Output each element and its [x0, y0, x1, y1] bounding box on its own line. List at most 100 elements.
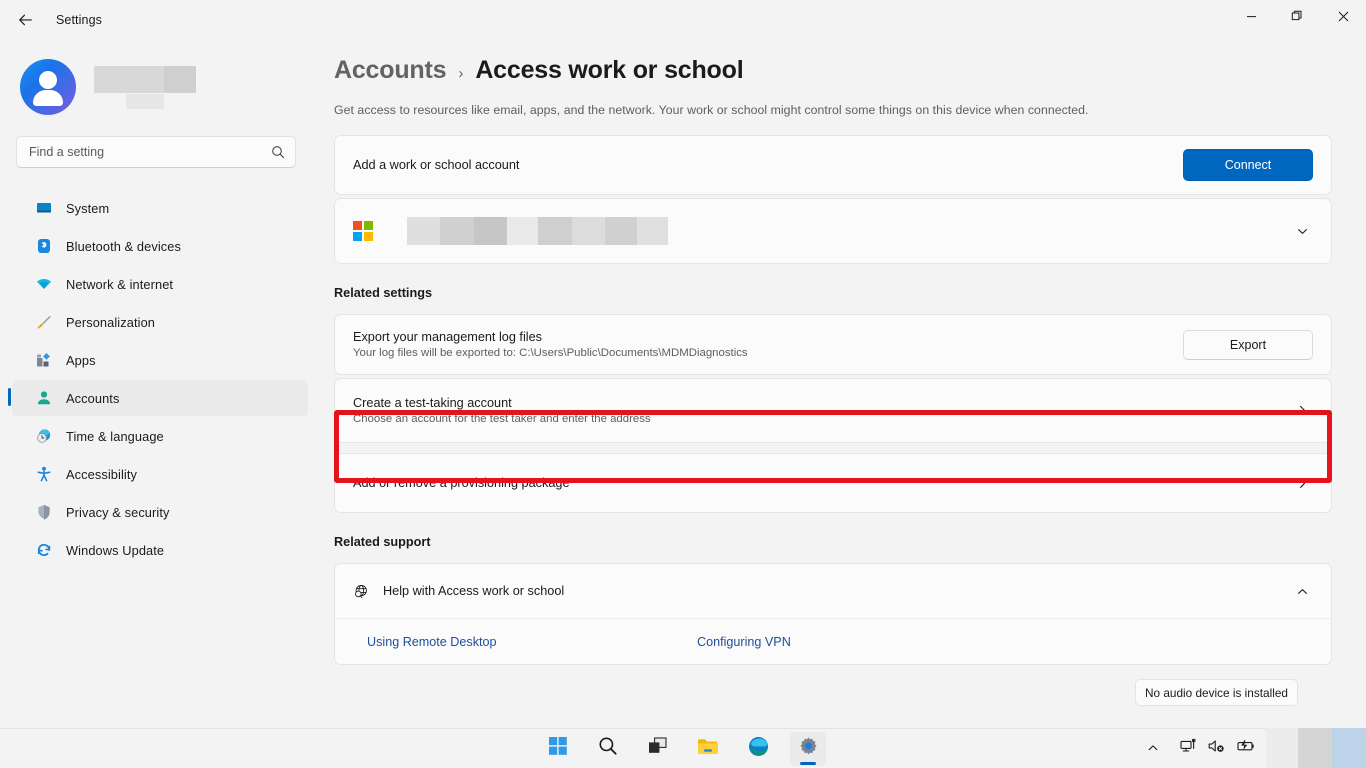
test-taking-account-text: Create a test-taking account Choose an a…: [353, 396, 1291, 425]
clock-redacted[interactable]: [1266, 728, 1366, 768]
export-logs-row: Export your management log files Your lo…: [335, 315, 1331, 374]
provisioning-package-row[interactable]: Add or remove a provisioning package: [335, 454, 1331, 512]
connected-account-row[interactable]: [335, 199, 1331, 263]
sidebar-item-label: Privacy & security: [66, 505, 170, 520]
provisioning-package-card[interactable]: Add or remove a provisioning package: [334, 453, 1332, 513]
volume-muted-icon[interactable]: [1208, 738, 1226, 759]
sidebar-item-apps[interactable]: Apps: [12, 342, 308, 378]
page-title: Access work or school: [475, 56, 743, 85]
redaction-block: [126, 94, 164, 109]
connect-button[interactable]: Connect: [1183, 149, 1313, 181]
breadcrumb: Accounts › Access work or school: [320, 40, 1366, 85]
sidebar-item-bluetooth-devices[interactable]: Bluetooth & devices: [12, 228, 308, 264]
add-account-title: Add a work or school account: [353, 158, 1183, 172]
taskbar: [0, 728, 1366, 768]
page-description: Get access to resources like email, apps…: [320, 85, 1366, 117]
breadcrumb-separator: ›: [458, 65, 463, 82]
provisioning-package-text: Add or remove a provisioning package: [353, 476, 1291, 490]
sidebar-item-label: Network & internet: [66, 277, 173, 292]
back-arrow-icon: [17, 12, 34, 29]
sidebar-item-label: Windows Update: [66, 543, 164, 558]
maximize-button[interactable]: [1274, 0, 1320, 32]
related-support-heading: Related support: [320, 535, 1366, 549]
shield-icon: [36, 504, 52, 520]
network-icon[interactable]: [1180, 738, 1198, 759]
taskbar-task-view-button[interactable]: [640, 732, 676, 766]
connected-account-name-redacted: [407, 217, 1291, 245]
sidebar-item-label: Apps: [66, 353, 96, 368]
add-account-row: Add a work or school account Connect: [335, 136, 1331, 194]
update-icon: [36, 542, 52, 558]
sidebar-item-label: System: [66, 201, 109, 216]
profile-name-redacted: [94, 66, 196, 109]
user-profile[interactable]: [0, 40, 320, 120]
bluetooth-icon: [36, 238, 52, 254]
sidebar-item-personalization[interactable]: Personalization: [12, 304, 308, 340]
clock-globe-icon: [36, 428, 52, 444]
connected-account-card[interactable]: [334, 198, 1332, 264]
task-view-icon: [648, 737, 668, 760]
search-box[interactable]: [16, 136, 296, 168]
tray-overflow-button[interactable]: [1136, 731, 1170, 765]
support-link-remote-desktop[interactable]: Using Remote Desktop: [367, 635, 497, 649]
help-card: Help with Access work or school Using Re…: [334, 563, 1332, 665]
sidebar-item-network-internet[interactable]: Network & internet: [12, 266, 308, 302]
sidebar: System Bluetooth & devices Network & int…: [0, 40, 320, 730]
help-row[interactable]: Help with Access work or school: [335, 564, 1331, 618]
search-icon: [271, 145, 285, 159]
taskbar-start-button[interactable]: [540, 732, 576, 766]
chevron-right-icon[interactable]: [1291, 404, 1313, 417]
battery-charging-icon[interactable]: [1236, 738, 1256, 759]
avatar-head: [39, 71, 57, 89]
windows-logo-icon: [548, 736, 568, 761]
support-link-remote-desktop-wrap: Using Remote Desktop: [367, 633, 697, 651]
folder-icon: [697, 737, 719, 761]
system-tray: [1136, 728, 1366, 768]
avatar: [20, 59, 76, 115]
related-settings-heading: Related settings: [320, 286, 1366, 300]
title-bar: Settings: [0, 0, 1366, 40]
minimize-icon: [1246, 11, 1257, 22]
globe-help-icon: [353, 583, 369, 599]
taskbar-edge-button[interactable]: [740, 732, 776, 766]
taskbar-file-explorer-button[interactable]: [690, 732, 726, 766]
support-link-vpn[interactable]: Configuring VPN: [697, 635, 791, 649]
test-taking-account-subtitle: Choose an account for the test taker and…: [353, 413, 1291, 425]
breadcrumb-parent[interactable]: Accounts: [334, 56, 446, 85]
taskbar-search-button[interactable]: [590, 732, 626, 766]
test-taking-account-row[interactable]: Create a test-taking account Choose an a…: [335, 379, 1331, 442]
chevron-right-icon[interactable]: [1291, 477, 1313, 490]
sidebar-item-label: Accessibility: [66, 467, 137, 482]
sidebar-item-time-language[interactable]: Time & language: [12, 418, 308, 454]
sidebar-item-accounts[interactable]: Accounts: [12, 380, 308, 416]
sidebar-item-accessibility[interactable]: Accessibility: [12, 456, 308, 492]
add-account-card: Add a work or school account Connect: [334, 135, 1332, 195]
paintbrush-icon: [36, 314, 52, 330]
search-input[interactable]: [29, 145, 271, 159]
support-link-vpn-wrap: Configuring VPN: [697, 633, 791, 651]
sidebar-item-privacy-security[interactable]: Privacy & security: [12, 494, 308, 530]
add-account-text: Add a work or school account: [353, 158, 1183, 172]
wifi-icon: [36, 276, 52, 292]
export-logs-card: Export your management log files Your lo…: [334, 314, 1332, 375]
taskbar-items: [540, 732, 826, 766]
back-button[interactable]: [8, 5, 42, 35]
redaction-block: [164, 66, 196, 93]
sidebar-item-windows-update[interactable]: Windows Update: [12, 532, 308, 568]
search-icon: [598, 736, 618, 761]
chevron-up-icon[interactable]: [1291, 585, 1313, 598]
test-taking-account-card[interactable]: Create a test-taking account Choose an a…: [334, 378, 1332, 443]
close-button[interactable]: [1320, 0, 1366, 32]
tray-status-group[interactable]: [1170, 732, 1266, 764]
minimize-button[interactable]: [1228, 0, 1274, 32]
sidebar-item-label: Time & language: [66, 429, 164, 444]
sidebar-item-label: Personalization: [66, 315, 155, 330]
export-button[interactable]: Export: [1183, 330, 1313, 360]
taskbar-settings-button[interactable]: [790, 732, 826, 766]
export-logs-title: Export your management log files: [353, 330, 1183, 344]
chevron-down-icon[interactable]: [1291, 225, 1313, 238]
export-logs-text: Export your management log files Your lo…: [353, 330, 1183, 359]
test-taking-account-title: Create a test-taking account: [353, 396, 1291, 410]
sidebar-nav: System Bluetooth & devices Network & int…: [0, 190, 320, 568]
sidebar-item-system[interactable]: System: [12, 190, 308, 226]
